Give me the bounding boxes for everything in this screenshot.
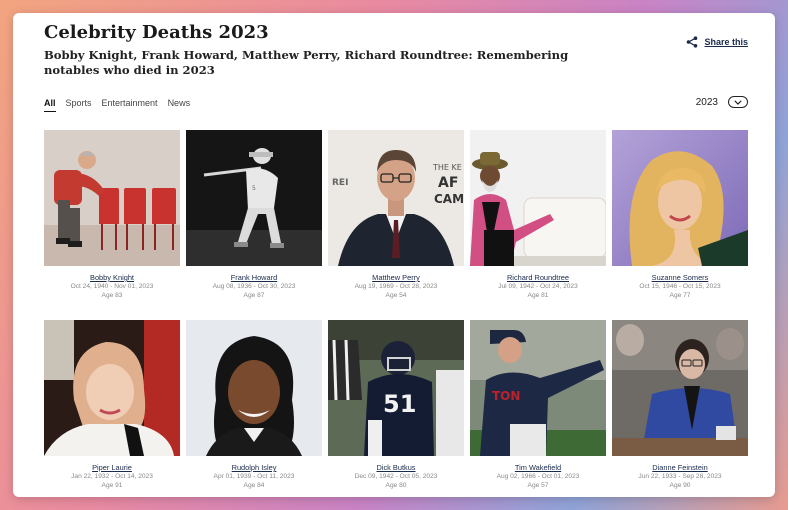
person-card[interactable]: Richard Roundtree Jul 09, 1942 - Oct 24,… xyxy=(470,130,606,320)
person-name[interactable]: Piper Laurie xyxy=(44,463,180,472)
person-name[interactable]: Frank Howard xyxy=(186,273,322,282)
piper-laurie-photo xyxy=(44,320,180,456)
year-value: 2023 xyxy=(695,96,718,108)
person-card[interactable]: Bobby Knight Oct 24, 1940 - Nov 01, 2023… xyxy=(44,130,180,320)
tab-all[interactable]: All xyxy=(44,98,56,112)
chevron-down-icon xyxy=(734,99,742,105)
person-age: Age 91 xyxy=(101,482,123,489)
dick-butkus-photo: 51 xyxy=(328,320,464,456)
person-age: Age 90 xyxy=(669,482,691,489)
person-meta: Dianne Feinstein Jun 22, 1933 - Sep 28, … xyxy=(612,456,748,497)
person-age: Age 87 xyxy=(243,292,265,299)
person-meta: Richard Roundtree Jul 09, 1942 - Oct 24,… xyxy=(470,266,606,320)
matthew-perry-photo: THE KE AF CAM REI xyxy=(328,130,464,266)
share-icon xyxy=(687,36,698,48)
person-dates: Aug 08, 1936 - Oct 30, 2023 xyxy=(212,283,296,290)
person-dates: Jul 09, 1942 - Oct 24, 2023 xyxy=(498,283,578,290)
jersey-number: 51 xyxy=(383,390,416,418)
person-age: Age 84 xyxy=(243,482,265,489)
tab-news[interactable]: News xyxy=(168,98,191,112)
jersey-lettering: TON xyxy=(492,389,520,403)
person-age: Age 77 xyxy=(669,292,691,299)
person-meta: Bobby Knight Oct 24, 1940 - Nov 01, 2023… xyxy=(44,266,180,320)
person-meta: Tim Wakefield Aug 02, 1966 - Oct 01, 202… xyxy=(470,456,606,497)
page-subtitle: Bobby Knight, Frank Howard, Matthew Perr… xyxy=(44,48,569,77)
person-photo[interactable] xyxy=(612,320,748,456)
frank-howard-photo: 5 xyxy=(186,130,322,266)
person-age: Age 54 xyxy=(385,292,407,299)
person-photo[interactable] xyxy=(44,320,180,456)
person-name[interactable]: Tim Wakefield xyxy=(470,463,606,472)
person-name[interactable]: Suzanne Somers xyxy=(612,273,748,282)
page-title: Celebrity Deaths 2023 xyxy=(44,22,269,43)
person-photo[interactable] xyxy=(470,130,606,266)
backdrop-text: THE KE xyxy=(432,163,462,172)
year-dropdown-toggle[interactable] xyxy=(728,96,748,108)
richard-roundtree-photo xyxy=(470,130,606,266)
person-photo[interactable]: TON xyxy=(470,320,606,456)
person-age: Age 81 xyxy=(527,292,549,299)
dianne-feinstein-photo xyxy=(612,320,748,456)
backdrop-text: CAM xyxy=(434,192,464,206)
category-tabs: All Sports Entertainment News xyxy=(44,98,190,112)
person-name[interactable]: Bobby Knight xyxy=(44,273,180,282)
person-dates: Jan 22, 1932 - Oct 14, 2023 xyxy=(71,473,153,480)
tab-entertainment[interactable]: Entertainment xyxy=(102,98,158,112)
person-photo[interactable] xyxy=(612,130,748,266)
person-name[interactable]: Dianne Feinstein xyxy=(612,463,748,472)
suzanne-somers-photo xyxy=(612,130,748,266)
person-dates: Apr 01, 1939 - Oct 11, 2023 xyxy=(213,473,295,480)
person-card[interactable]: THE KE AF CAM REI Matthew Perry Aug 19, … xyxy=(328,130,464,320)
person-name[interactable]: Rudolph Isley xyxy=(186,463,322,472)
person-dates: Aug 19, 1969 - Oct 28, 2023 xyxy=(354,283,438,290)
person-age: Age 83 xyxy=(101,292,123,299)
share-button[interactable]: Share this xyxy=(686,36,748,48)
person-photo[interactable] xyxy=(44,130,180,266)
person-dates: Jun 22, 1933 - Sep 28, 2023 xyxy=(638,473,722,480)
share-label: Share this xyxy=(704,37,748,47)
person-card[interactable]: 51 Dick Butkus Dec 09, 1942 - Oct 05, 20… xyxy=(328,320,464,497)
person-dates: Aug 02, 1966 - Oct 01, 2023 xyxy=(496,473,580,480)
person-meta: Suzanne Somers Oct 15, 1946 - Oct 15, 20… xyxy=(612,266,748,320)
person-meta: Matthew Perry Aug 19, 1969 - Oct 28, 202… xyxy=(328,266,464,320)
celebrity-grid: Bobby Knight Oct 24, 1940 - Nov 01, 2023… xyxy=(44,130,748,497)
person-card[interactable]: Piper Laurie Jan 22, 1932 - Oct 14, 2023… xyxy=(44,320,180,497)
person-meta: Piper Laurie Jan 22, 1932 - Oct 14, 2023… xyxy=(44,456,180,497)
svg-text:5: 5 xyxy=(252,185,256,192)
person-meta: Frank Howard Aug 08, 1936 - Oct 30, 2023… xyxy=(186,266,322,320)
person-dates: Dec 09, 1942 - Oct 05, 2023 xyxy=(354,473,438,480)
content-card: Celebrity Deaths 2023 Bobby Knight, Fran… xyxy=(13,13,775,497)
person-dates: Oct 15, 1946 - Oct 15, 2023 xyxy=(639,283,721,290)
person-dates: Oct 24, 1940 - Nov 01, 2023 xyxy=(70,283,154,290)
person-name[interactable]: Dick Butkus xyxy=(328,463,464,472)
person-age: Age 57 xyxy=(527,482,549,489)
backdrop-text: AF xyxy=(438,175,458,191)
rudolph-isley-photo xyxy=(186,320,322,456)
tab-sports[interactable]: Sports xyxy=(66,98,92,112)
person-photo[interactable]: 51 xyxy=(328,320,464,456)
person-card[interactable]: 5 Frank Howard Aug 08, 1936 - Oct 30, 20… xyxy=(186,130,322,320)
person-card[interactable]: Dianne Feinstein Jun 22, 1933 - Sep 28, … xyxy=(612,320,748,497)
person-age: Age 80 xyxy=(385,482,407,489)
person-meta: Dick Butkus Dec 09, 1942 - Oct 05, 2023 … xyxy=(328,456,464,497)
person-card[interactable]: TON Tim Wakefield Aug 02, 1966 - Oct 01,… xyxy=(470,320,606,497)
person-photo[interactable] xyxy=(186,320,322,456)
year-dropdown[interactable]: 2023 xyxy=(696,96,748,108)
person-photo[interactable]: 5 xyxy=(186,130,322,266)
tim-wakefield-photo: TON xyxy=(470,320,606,456)
person-meta: Rudolph Isley Apr 01, 1939 - Oct 11, 202… xyxy=(186,456,322,497)
person-card[interactable]: Suzanne Somers Oct 15, 1946 - Oct 15, 20… xyxy=(612,130,748,320)
bobby-knight-photo xyxy=(44,130,180,266)
person-name[interactable]: Richard Roundtree xyxy=(470,273,606,282)
person-card[interactable]: Rudolph Isley Apr 01, 1939 - Oct 11, 202… xyxy=(186,320,322,497)
backdrop-text: REI xyxy=(332,178,348,188)
person-name[interactable]: Matthew Perry xyxy=(328,273,464,282)
person-photo[interactable]: THE KE AF CAM REI xyxy=(328,130,464,266)
